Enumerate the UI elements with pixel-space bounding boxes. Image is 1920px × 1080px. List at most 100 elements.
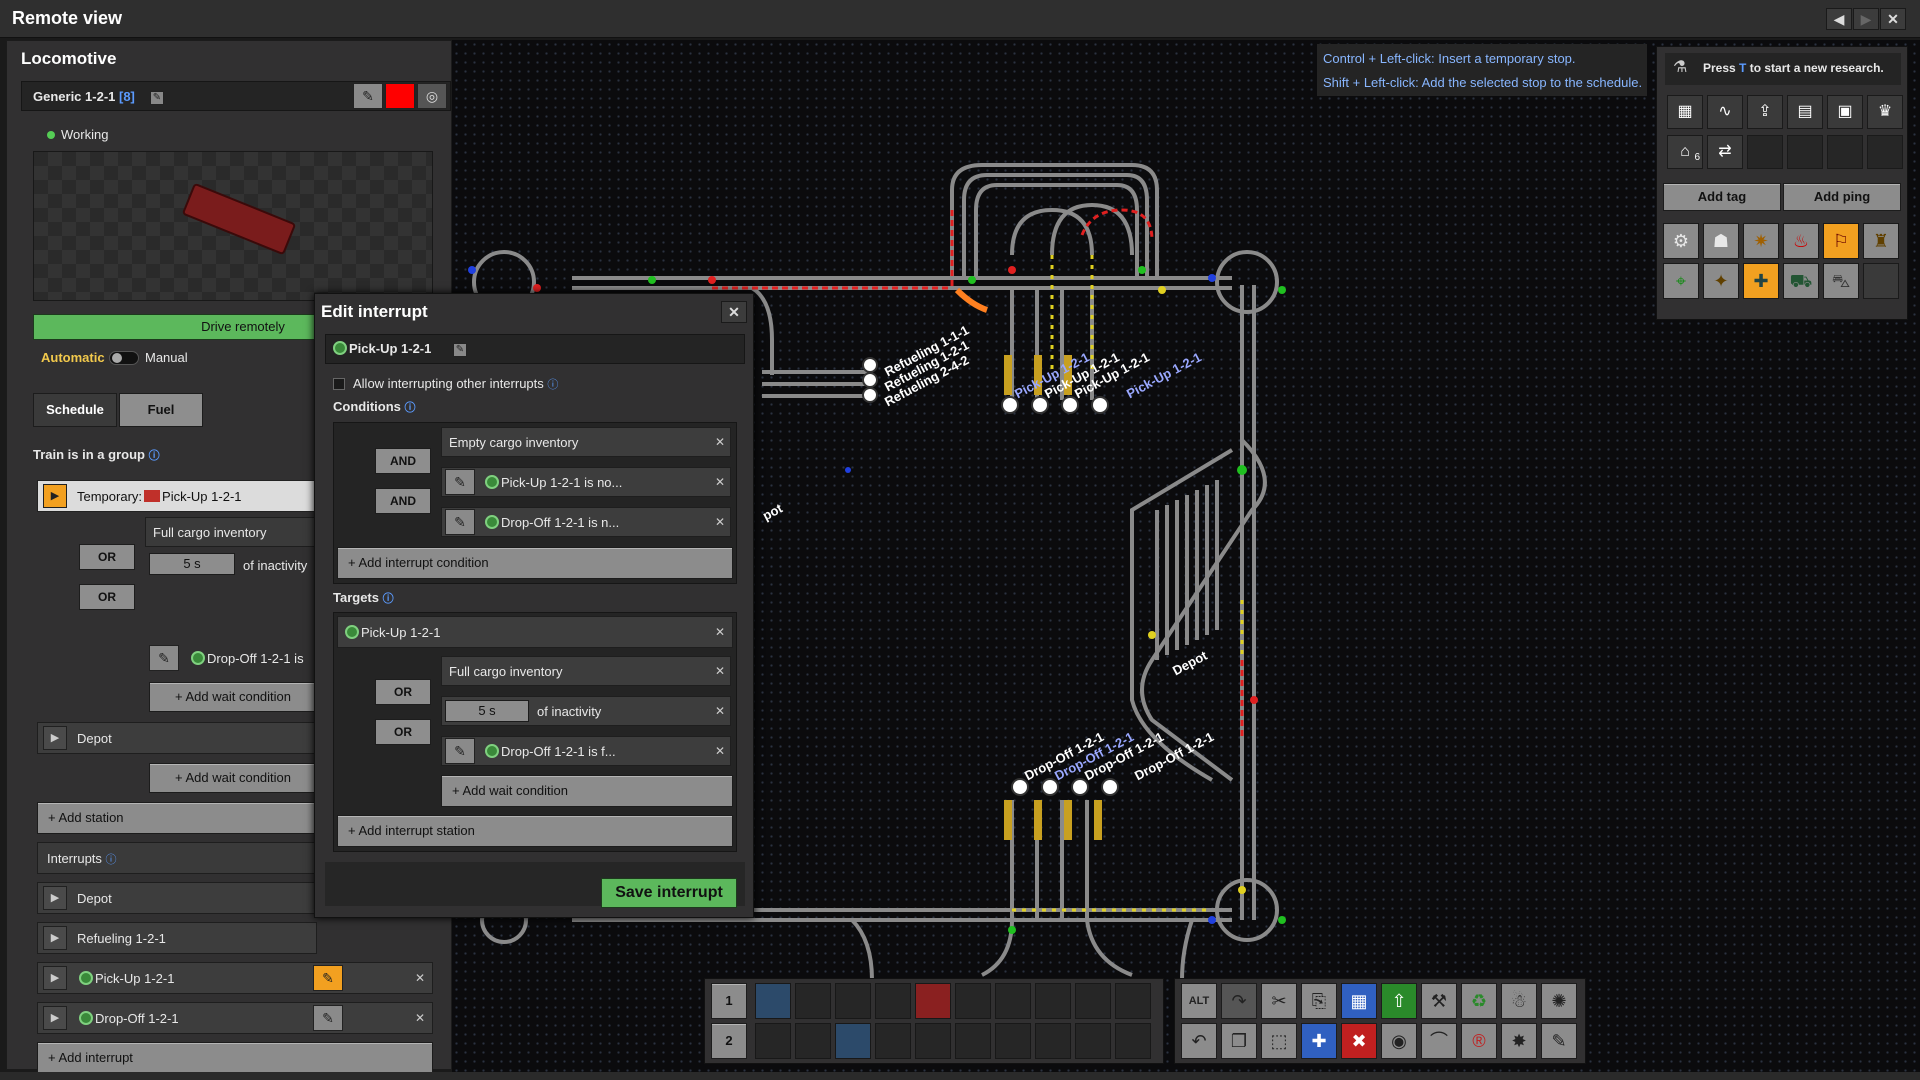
play-icon[interactable]: ▶ [43,966,67,990]
redo-icon[interactable]: ↷ [1221,983,1257,1019]
upgrade-icon[interactable]: ⇧ [1381,983,1417,1019]
undo-icon[interactable]: ↶ [1181,1023,1217,1059]
edit-interrupt-icon[interactable]: ✎ [313,1005,343,1031]
edit-icon[interactable]: ✎ [1541,1023,1577,1059]
cut-icon[interactable]: ✂ [1261,983,1297,1019]
quickbar-slot-wagon[interactable] [835,1023,871,1059]
target-add-wait-condition-button[interactable]: + Add wait condition [441,775,733,807]
add-interrupt-station-button[interactable]: + Add interrupt station [337,815,733,847]
edit-condition-icon[interactable]: ✎ [445,509,475,535]
recycle-icon[interactable]: ♻ [1461,983,1497,1019]
stats-icon[interactable]: ∿ [1707,95,1743,129]
quickbar-slot[interactable] [915,1023,951,1059]
train-stop-icon[interactable]: ⚐ [1823,223,1859,259]
rename-icon[interactable]: ✎ [453,343,467,357]
save-interrupt-button[interactable]: Save interrupt [601,878,737,908]
color-picker-icon[interactable]: ✎ [353,83,383,109]
blueprint-icon[interactable]: ▦ [1341,983,1377,1019]
condition-or-tag[interactable]: OR [79,544,135,570]
play-icon[interactable]: ▶ [43,726,67,750]
select-icon[interactable]: ⬚ [1261,1023,1297,1059]
edit-condition-icon[interactable]: ✎ [149,645,179,671]
train-color-swatch[interactable] [385,83,415,109]
quickbar-slot[interactable] [1075,1023,1111,1059]
car-icon[interactable]: ⛍ [1823,263,1859,299]
target-inactivity-value[interactable]: 5 s [445,700,529,722]
trophy-icon[interactable]: ♛ [1867,95,1903,129]
quickbar-slot[interactable] [835,983,871,1019]
flame-icon[interactable]: ♨ [1783,223,1819,259]
mech-icon[interactable]: ✦ [1703,263,1739,299]
condition-or-tag-2[interactable]: OR [79,584,135,610]
interrupt-dropoff[interactable]: Drop-Off 1-2-1 [79,1011,179,1026]
quickbar-slot[interactable] [755,1023,791,1059]
quickbar-slot[interactable] [1035,1023,1071,1059]
close-dialog-button[interactable]: ✕ [721,301,747,323]
paste-icon[interactable]: ❐ [1221,1023,1257,1059]
wrench-icon[interactable]: ⚒ [1421,983,1457,1019]
close-icon[interactable]: ✕ [411,967,429,989]
book-icon[interactable]: ▤ [1787,95,1823,129]
close-icon[interactable]: ✕ [711,621,729,643]
quickbar-slot[interactable] [995,1023,1031,1059]
mode-toggle[interactable] [109,351,139,365]
quickbar-slot[interactable] [1075,983,1111,1019]
spidertron-icon[interactable]: ✷ [1743,223,1779,259]
interrupt-depot[interactable]: Depot [77,891,112,906]
quickbar-page-2[interactable]: 2 [711,1023,747,1059]
quickbar-slot[interactable] [795,983,831,1019]
add-ping-button[interactable]: Add ping [1783,183,1901,211]
rail-planner-icon[interactable]: ⌒ [1421,1023,1457,1059]
add-tag-button[interactable]: Add tag [1663,183,1781,211]
add-interrupt-button[interactable]: + Add interrupt [37,1042,433,1074]
target-or-tag[interactable]: OR [375,679,431,705]
forward-arrow-icon[interactable]: ▶ [1853,8,1879,30]
quickbar-page-1[interactable]: 1 [711,983,747,1019]
back-arrow-icon[interactable]: ◀ [1826,8,1852,30]
inactivity-value[interactable]: 5 s [149,553,235,575]
gear-icon[interactable]: ⚙ [1663,223,1699,259]
interrupt-pickup[interactable]: Pick-Up 1-2-1 [79,971,174,986]
train-icon[interactable]: ▣ [1827,95,1863,129]
character-icon[interactable]: ☃ [1501,983,1537,1019]
quickbar-slot[interactable] [875,983,911,1019]
quickbar-slot[interactable] [1035,983,1071,1019]
edit-condition-icon[interactable]: ✎ [445,469,475,495]
add-wait-condition-button[interactable]: + Add wait condition [149,682,317,712]
quickbar-slot[interactable] [955,1023,991,1059]
quickbar-slot[interactable] [995,983,1031,1019]
tab-schedule[interactable]: Schedule [33,393,117,427]
artillery-icon[interactable]: ® [1461,1023,1497,1059]
close-icon[interactable]: ✕ [711,471,729,493]
allow-checkbox[interactable] [333,378,345,390]
close-icon[interactable]: ✕ [711,740,729,762]
edit-condition-icon[interactable]: ✎ [445,738,475,764]
interrupt-refueling[interactable]: Refueling 1-2-1 [77,931,166,946]
turret-icon[interactable]: ✚ [1743,263,1779,299]
quickbar-slot[interactable] [1115,983,1151,1019]
map-icon[interactable]: ▦ [1667,95,1703,129]
add-station-button[interactable]: + Add station [37,802,317,834]
play-icon[interactable]: ▶ [43,1006,67,1030]
alt-mode-icon[interactable]: ALT [1181,983,1217,1019]
add-to-blueprint-icon[interactable]: ✚ [1301,1023,1337,1059]
quickbar-slot-locomotive[interactable] [915,983,951,1019]
burst-icon[interactable]: ✸ [1501,1023,1537,1059]
close-icon[interactable]: ✕ [711,431,729,453]
close-icon[interactable]: ✕ [411,1007,429,1029]
drone-icon[interactable]: ◉ [1381,1023,1417,1059]
tab-fuel[interactable]: Fuel [119,393,203,427]
close-icon[interactable]: ✕ [711,511,729,533]
quickbar-slot[interactable] [875,1023,911,1059]
upload-icon[interactable]: ⇪ [1747,95,1783,129]
condition-and-tag[interactable]: AND [375,448,431,474]
pin-icon[interactable]: ⌖ [1663,263,1699,299]
research-prompt[interactable]: Press T to start a new research. [1703,61,1884,75]
robot-icon[interactable]: ☗ [1703,223,1739,259]
play-icon[interactable]: ▶ [43,484,67,508]
logistics-icon[interactable]: ⇄ [1707,135,1743,169]
deconstruct-icon[interactable]: ✖ [1341,1023,1377,1059]
edit-interrupt-icon[interactable]: ✎ [313,965,343,991]
play-icon[interactable]: ▶ [43,926,67,950]
graduation-icon[interactable]: ⌂ 6 [1667,135,1703,169]
